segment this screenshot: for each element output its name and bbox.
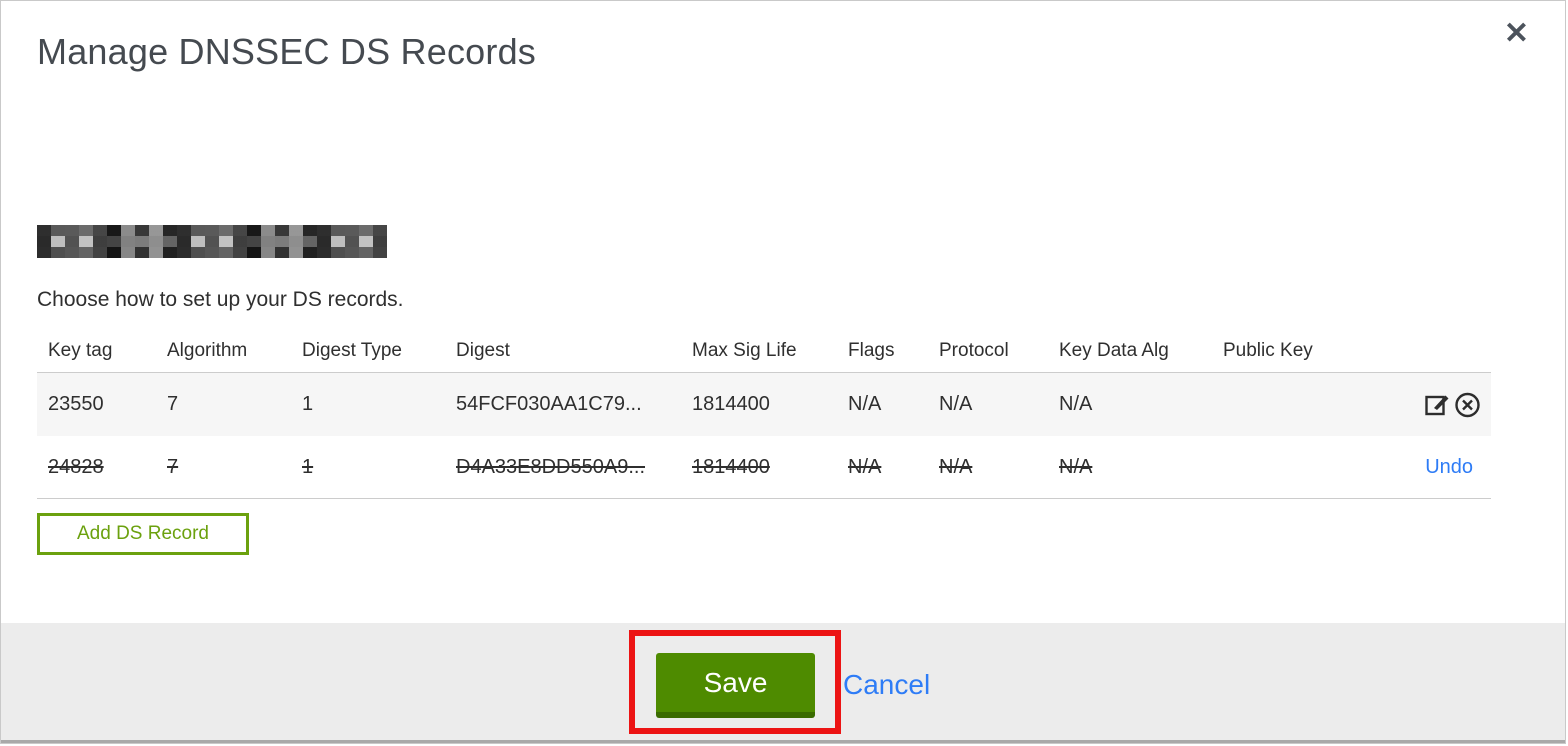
- cell-key-data-alg: N/A: [1059, 455, 1093, 478]
- cell-protocol: N/A: [939, 393, 973, 415]
- undo-link[interactable]: Undo: [1425, 456, 1481, 479]
- cell-algorithm: 7: [167, 455, 179, 478]
- cell-digest-type: 1: [302, 455, 314, 478]
- column-header-digest: Digest: [456, 339, 510, 361]
- table-header-row: Key tag Algorithm Digest Type Digest Max…: [37, 329, 1491, 373]
- cancel-link[interactable]: Cancel: [843, 669, 930, 701]
- cell-digest: 54FCF030AA1C79...: [456, 393, 642, 415]
- cell-digest: D4A33E8DD550A9...: [456, 455, 646, 478]
- remove-record-icon[interactable]: [1454, 391, 1481, 418]
- column-header-public-key: Public Key: [1223, 339, 1313, 361]
- table-row-deleted: 24828 7 1 D4A33E8DD550A9... 1814400 N/A …: [37, 436, 1491, 499]
- cell-key-data-alg: N/A: [1059, 393, 1093, 415]
- column-header-flags: Flags: [848, 339, 895, 361]
- save-button[interactable]: Save: [656, 653, 815, 718]
- column-header-digest-type: Digest Type: [302, 339, 402, 361]
- column-header-max-sig-life: Max Sig Life: [692, 339, 797, 361]
- page-title: Manage DNSSEC DS Records: [37, 31, 536, 72]
- edit-record-icon[interactable]: [1424, 391, 1451, 418]
- redacted-domain-name: [37, 225, 387, 258]
- column-header-protocol: Protocol: [939, 339, 1009, 361]
- cell-protocol: N/A: [939, 455, 973, 478]
- cell-max-sig-life: 1814400: [692, 455, 770, 478]
- row-actions: Undo: [1212, 456, 1491, 479]
- column-header-key-tag: Key tag: [48, 339, 113, 361]
- footer-divider: [1, 740, 1565, 743]
- column-header-algorithm: Algorithm: [167, 339, 248, 361]
- cell-flags: N/A: [848, 455, 882, 478]
- row-actions: [1212, 391, 1491, 418]
- cell-digest-type: 1: [302, 393, 314, 415]
- subtitle-text: Choose how to set up your DS records.: [37, 288, 404, 311]
- cell-key-tag: 23550: [48, 393, 104, 415]
- column-header-key-data-alg: Key Data Alg: [1059, 339, 1169, 361]
- add-ds-record-button[interactable]: Add DS Record: [37, 513, 249, 555]
- dnssec-modal: Manage DNSSEC DS Records ✕ Choose how to…: [0, 0, 1566, 744]
- cell-key-tag: 24828: [48, 455, 104, 478]
- close-icon[interactable]: ✕: [1504, 19, 1529, 49]
- cell-algorithm: 7: [167, 393, 179, 415]
- table-row: 23550 7 1 54FCF030AA1C79... 1814400 N/A …: [37, 373, 1491, 436]
- ds-records-table: Key tag Algorithm Digest Type Digest Max…: [37, 329, 1491, 499]
- cell-flags: N/A: [848, 393, 882, 415]
- cell-max-sig-life: 1814400: [692, 393, 770, 415]
